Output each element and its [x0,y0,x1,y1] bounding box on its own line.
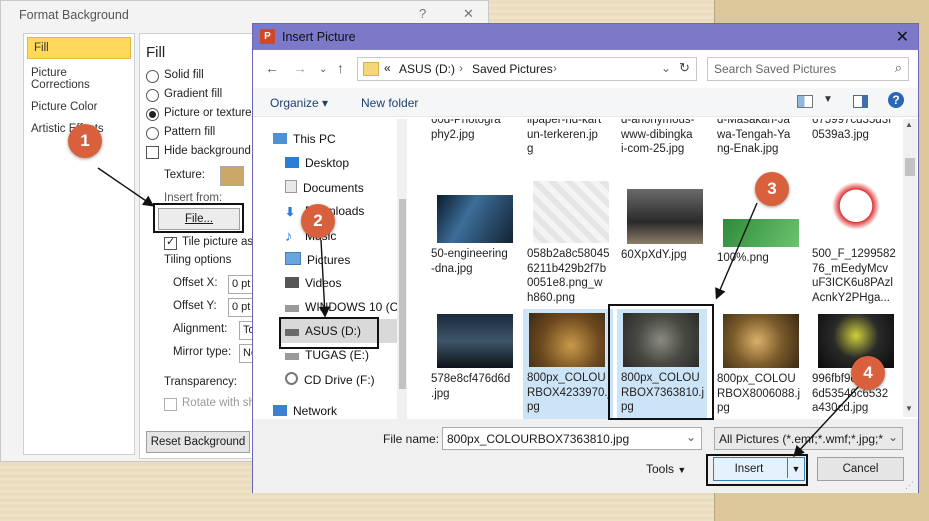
annotation-arrows [97,167,861,458]
arrow-to-drive [318,239,331,318]
highlight-picture [608,304,714,420]
highlight-file-button [153,203,244,233]
arrow-to-insert [793,384,861,458]
step-marker-3: 3 [755,172,789,206]
step-marker-1: 1 [68,124,102,158]
arrow-to-file-button [97,167,155,207]
highlight-drive [279,317,379,349]
step-marker-4: 4 [851,356,885,390]
highlight-insert [706,454,808,486]
step-marker-2: 2 [301,204,335,238]
arrow-to-picture [715,202,758,300]
